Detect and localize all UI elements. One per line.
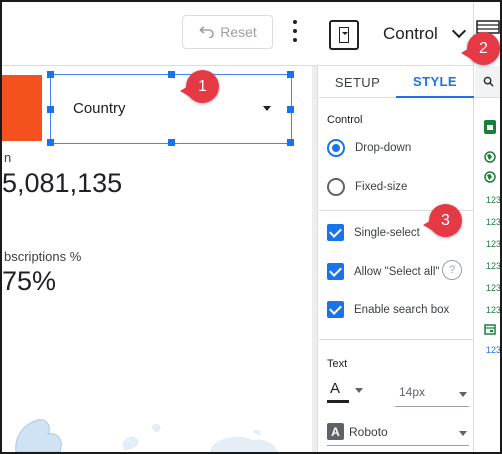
font-size-select[interactable]: 14px (399, 385, 425, 399)
resize-handle[interactable] (47, 139, 54, 146)
radio-unselected-icon[interactable] (327, 178, 345, 196)
resize-handle[interactable] (287, 71, 294, 78)
numeric-field-icon: 123 (486, 195, 502, 205)
step-badge: 3 (423, 204, 462, 237)
numeric-field-icon: 123 (486, 345, 502, 355)
numeric-field-icon: 123 (486, 239, 502, 249)
resize-handle[interactable] (168, 71, 175, 78)
numeric-field-icon: 123 (486, 261, 502, 271)
step-badge: 2 (461, 32, 500, 65)
resize-handle[interactable] (168, 139, 175, 146)
checkbox-checked-icon[interactable] (327, 263, 344, 280)
undo-icon (199, 26, 214, 38)
geo-field-icon (484, 171, 496, 183)
resize-handle[interactable] (47, 71, 54, 78)
radio-label: Fixed-size (355, 181, 408, 193)
panel-header: Control (319, 2, 474, 66)
control-label: Country (73, 100, 126, 117)
report-page: Country n 5,081,135 bscriptions % 75% (2, 66, 312, 452)
country-dropdown-control[interactable]: Country (47, 71, 294, 146)
checkbox-label: Single-select (354, 226, 420, 239)
font-color-picker[interactable]: A (327, 380, 349, 404)
tab-style[interactable]: STYLE (396, 66, 474, 98)
step-badge: 1 (180, 70, 219, 103)
section-title-control: Control (327, 114, 363, 126)
tab-setup[interactable]: SETUP (319, 66, 396, 98)
scorecard-tile[interactable] (2, 75, 42, 141)
font-family-icon: A (327, 423, 344, 440)
metric-value: 75% (2, 266, 57, 296)
reset-button[interactable]: Reset (182, 15, 273, 49)
chevron-down-icon[interactable] (451, 23, 467, 39)
numeric-field-icon: 123 (486, 305, 502, 315)
checkbox-enable-search[interactable]: Enable search box (327, 301, 449, 318)
help-icon[interactable]: ? (442, 260, 462, 280)
resize-handle[interactable] (47, 106, 54, 113)
radio-fixed-size[interactable]: Fixed-size (327, 178, 407, 196)
canvas-toolbar: Reset (2, 2, 318, 66)
checkbox-label: Enable search box (354, 303, 450, 316)
radio-dropdown[interactable]: Drop-down (327, 139, 411, 157)
panel-title: Control (383, 24, 438, 43)
checkbox-label: Allow "Select all" (354, 265, 440, 278)
divider (319, 339, 474, 340)
data-panel-strip: 123 123 123 123 123 123 123 (475, 2, 502, 452)
dropdown-arrow-icon[interactable] (355, 388, 363, 393)
checkbox-allow-select-all[interactable]: Allow "Select all" (327, 263, 440, 280)
numeric-field-icon: 123 (486, 283, 502, 293)
data-source-icon (484, 120, 496, 134)
radio-selected-icon[interactable] (327, 139, 345, 157)
dropdown-control-icon (329, 20, 359, 50)
checkbox-checked-icon[interactable] (327, 224, 344, 241)
font-color-icon: A (330, 380, 341, 397)
metric-label: n (4, 150, 12, 165)
field-search[interactable] (475, 66, 500, 98)
metric-label: bscriptions % (4, 249, 82, 264)
checkbox-checked-icon[interactable] (327, 301, 344, 318)
resize-handle[interactable] (287, 106, 294, 113)
app-frame: Reset Country n 5,081,135 bscriptions % (0, 0, 502, 454)
more-menu-icon[interactable] (290, 20, 300, 42)
dropdown-arrow-icon[interactable] (459, 431, 467, 436)
panel-tabs: SETUP STYLE (319, 66, 474, 98)
geo-field-icon (484, 151, 496, 163)
section-title-text: Text (327, 358, 348, 370)
numeric-field-icon: 123 (486, 217, 502, 227)
reset-label: Reset (220, 24, 257, 40)
date-field-icon (484, 324, 496, 335)
dropdown-arrow-icon[interactable] (459, 392, 467, 397)
metric-value: 5,081,135 (2, 168, 123, 198)
resize-handle[interactable] (287, 139, 294, 146)
report-canvas: Reset Country n 5,081,135 bscriptions % (2, 2, 318, 452)
font-family-select[interactable]: Roboto (349, 425, 388, 439)
geo-map[interactable] (2, 396, 312, 452)
radio-label: Drop-down (355, 142, 412, 154)
dropdown-arrow-icon (263, 106, 271, 111)
checkbox-single-select[interactable]: Single-select (327, 224, 420, 241)
search-icon (483, 76, 494, 87)
